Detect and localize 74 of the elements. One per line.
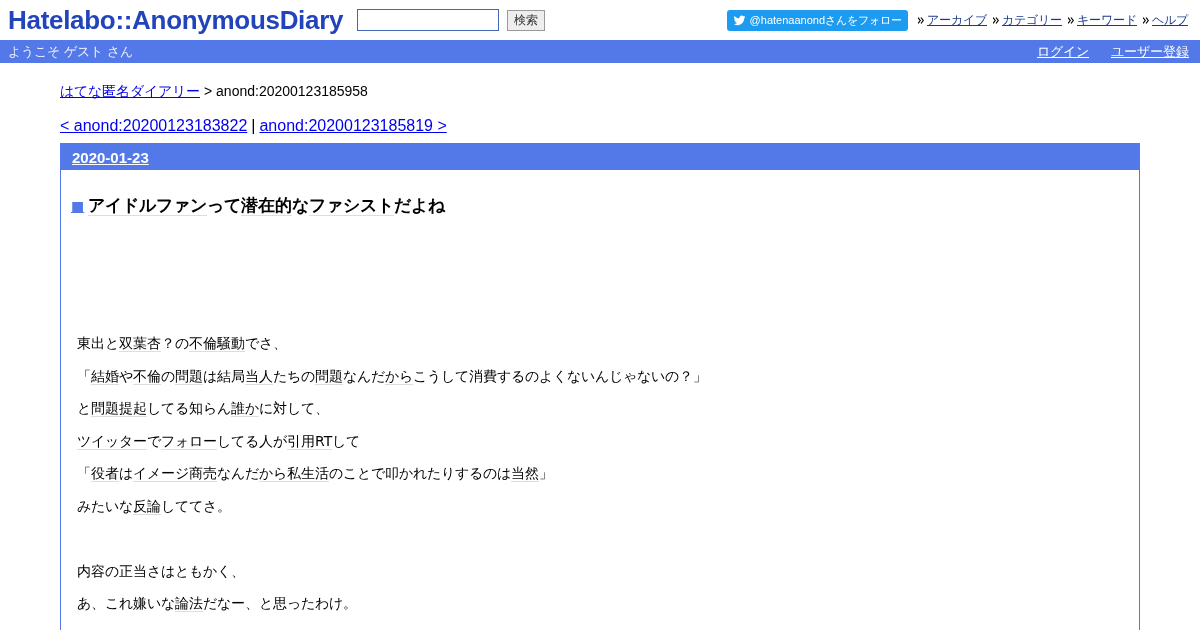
account-link[interactable]: ユーザー登録 [1111,42,1189,61]
title-text: な [292,195,310,215]
site-logo[interactable]: Hatelabo::AnonymousDiary [8,4,344,36]
keyword-link[interactable]: 結婚 [91,367,119,385]
body-text: は [119,465,133,481]
title-text: だよね [394,195,446,215]
keyword-link[interactable]: 問題提起 [91,400,147,417]
body-text: 「 [77,465,91,481]
keyword-link[interactable]: 不倫 [133,367,161,385]
search-button[interactable]: 検索 [507,9,546,31]
body-text: なんだ [217,465,259,481]
keyword-link[interactable]: 問題 [315,367,343,385]
double-arrow-icon [993,15,999,25]
keyword-link[interactable]: 引用RT [287,432,333,450]
body-text: や [119,367,133,384]
account-link[interactable]: ログイン [1037,42,1089,61]
nav-link[interactable]: カテゴリー [1002,11,1062,29]
keyword-link[interactable]: 誰か [231,400,259,417]
body-text: と [77,400,91,416]
keyword-link[interactable]: フォロー [161,432,217,450]
breadcrumb-current: > anond:20200123185958 [204,83,368,101]
keyword-link[interactable]: 潜在的 [241,195,293,216]
body-text: でさ、 [245,335,287,351]
body-text: 内容の正当さはともかく、 [77,562,245,579]
body-text: みたいな [77,497,133,514]
body-text: して [332,432,361,449]
body-text: 東出と [77,335,119,351]
body-text: なんだ [343,367,385,384]
body-text: の [161,367,175,384]
keyword-link[interactable]: 当人 [245,367,273,385]
title-text: って [207,195,242,215]
previous-entry-link[interactable]: < anond:20200123183822 [60,117,248,135]
body-text: してる知らん [147,400,231,416]
next-entry-link[interactable]: anond:20200123185819 > [259,117,447,135]
keyword-link[interactable]: ツイッター [77,432,147,450]
keyword-link[interactable]: 役者 [91,465,119,482]
body-text: は結局 [203,367,245,384]
date-link[interactable]: 2020-01-23 [72,148,149,166]
keyword-link[interactable]: 不倫騒動 [189,335,245,352]
keyword-link[interactable]: イメージ商売 [133,465,217,482]
body-text: してる人が [217,432,287,449]
body-text: だなー、と思ったわけ。 [203,595,357,611]
search-field[interactable] [357,9,500,31]
keyword-link[interactable]: 問題 [175,367,203,385]
body-text: のことで叩かれたりするのは [329,465,511,481]
double-arrow-icon [1143,15,1149,25]
keyword-link[interactable]: アイドルファン [88,195,208,216]
nav-link[interactable]: キーワード [1077,11,1137,29]
body-text: 」 [539,465,553,481]
nav-link[interactable]: アーカイブ [927,11,987,29]
body-text: で [147,432,161,449]
body-text: しててさ。 [161,497,231,514]
keyword-link[interactable]: ファシスト [309,195,395,216]
body-text: に対して、 [259,400,329,416]
entry-permalink[interactable]: ■ [71,198,85,214]
nav-link[interactable]: ヘルプ [1152,11,1188,29]
double-arrow-icon [1068,15,1074,25]
keyword-link[interactable]: 双葉杏 [119,335,161,352]
welcome-text: ようこそ ゲスト さん [8,42,134,61]
body-text: ？の [161,335,189,351]
keyword-link[interactable]: 反論 [133,497,161,515]
pager-separator: | [251,117,256,135]
keyword-link[interactable]: 当然 [511,465,539,482]
breadcrumb-link[interactable]: はてな匿名ダイアリー [60,83,200,101]
keyword-link[interactable]: から [259,465,287,482]
keyword-link[interactable]: から [385,367,413,385]
double-arrow-icon [918,15,924,25]
keyword-link[interactable]: 私生活 [287,465,329,482]
body-text: あ、これ嫌いな [77,595,175,611]
bird-icon [732,13,746,27]
keyword-link[interactable]: 論法 [175,595,203,612]
body-text: 「 [77,367,91,384]
body-text: こうして消費するのよくないんじゃないの？」 [413,367,707,384]
body-text: たちの [273,367,315,384]
